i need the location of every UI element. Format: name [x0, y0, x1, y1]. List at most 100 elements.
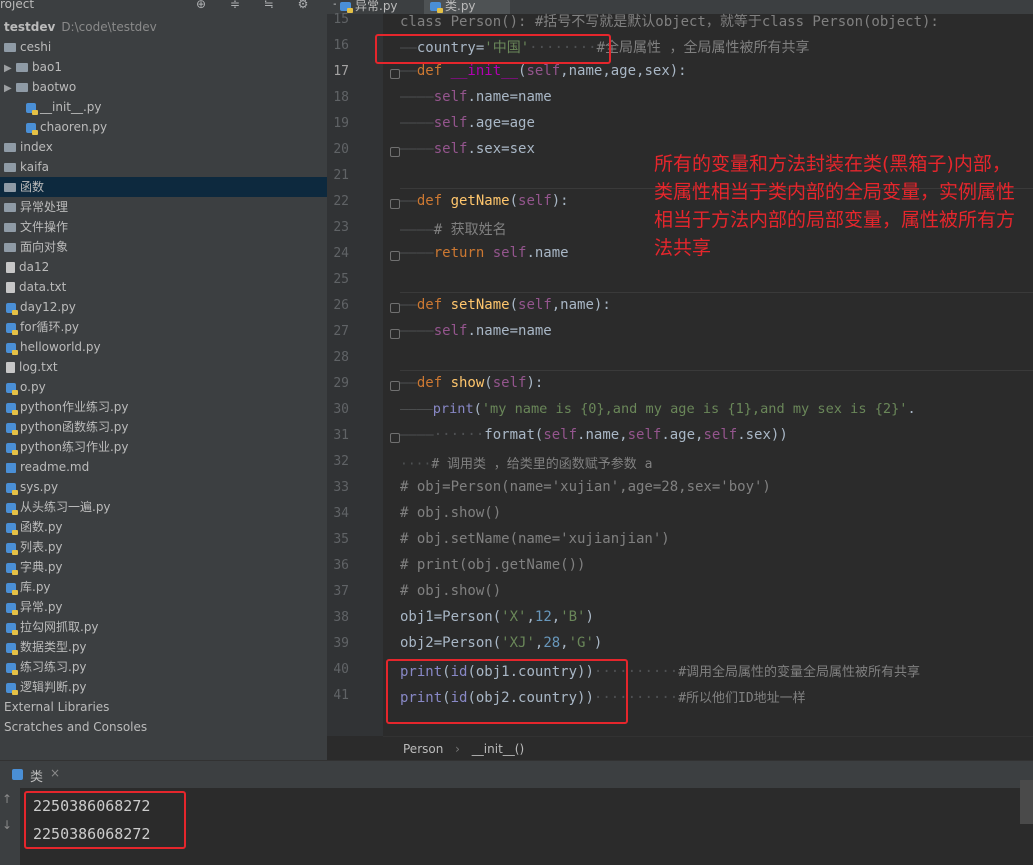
console-scrollbar[interactable]: [1020, 780, 1033, 824]
folder-icon: [4, 243, 16, 252]
code-line[interactable]: ————# 获取姓名: [400, 219, 507, 239]
run-toolbar: ↑ ↓: [0, 788, 20, 865]
python-file-icon: [6, 502, 18, 515]
tree-item[interactable]: 函数.py: [6, 517, 63, 537]
code-line[interactable]: ——def __init__(self,name,age,sex):: [400, 63, 687, 79]
python-file-icon: [6, 582, 18, 595]
tree-item[interactable]: ceshi: [4, 37, 51, 57]
tree-item[interactable]: index: [4, 137, 53, 157]
tree-item[interactable]: 从头练习一遍.py: [6, 497, 111, 517]
code-line[interactable]: ————print('my name is {0},and my age is …: [400, 401, 916, 417]
arrow-down-icon[interactable]: ↓: [2, 818, 12, 832]
fold-icon[interactable]: [390, 381, 400, 391]
code-line[interactable]: ————self.age=age: [400, 115, 535, 131]
fold-icon[interactable]: [390, 147, 400, 157]
fold-icon[interactable]: [390, 303, 400, 313]
python-file-icon: [6, 642, 18, 655]
code-line[interactable]: ————self.sex=sex: [400, 141, 535, 157]
tree-item[interactable]: data.txt: [6, 277, 66, 297]
tree-item-scratches[interactable]: Scratches and Consoles: [4, 717, 147, 737]
fold-icon[interactable]: [390, 199, 400, 209]
code-line[interactable]: ————self.name=name: [400, 323, 552, 339]
arrow-up-icon[interactable]: ↑: [2, 792, 12, 806]
code-line[interactable]: # obj=Person(name='xujian',age=28,sex='b…: [400, 479, 771, 495]
tree-item[interactable]: o.py: [6, 377, 46, 397]
code-line[interactable]: obj1=Person('X',12,'B'): [400, 609, 594, 625]
fold-icon[interactable]: [390, 69, 400, 79]
fold-icon[interactable]: [390, 251, 400, 261]
tree-item[interactable]: 文件操作: [4, 217, 68, 237]
python-file-icon: [6, 382, 18, 395]
code-line[interactable]: ————return self.name: [400, 245, 569, 261]
code-line[interactable]: ——def getName(self):: [400, 193, 569, 209]
code-line[interactable]: ——def setName(self,name):: [400, 297, 611, 313]
python-file-icon: [6, 422, 18, 435]
tree-item[interactable]: 异常.py: [6, 597, 63, 617]
tree-item[interactable]: 字典.py: [6, 557, 63, 577]
line-number: 15: [333, 12, 349, 27]
highlight-box-output: [24, 791, 186, 849]
code-line[interactable]: # obj.show(): [400, 583, 501, 599]
chevron-right-icon[interactable]: ▶: [4, 79, 14, 99]
python-file-icon: [6, 542, 18, 555]
tree-item[interactable]: ▶ bao1: [4, 57, 62, 77]
tree-item[interactable]: chaoren.py: [26, 117, 107, 137]
highlight-box-print-ids: [386, 659, 628, 724]
folder-icon: [4, 143, 16, 152]
tree-item[interactable]: python函数练习.py: [6, 417, 129, 437]
tree-item[interactable]: sys.py: [6, 477, 58, 497]
code-line[interactable]: ——def show(self):: [400, 375, 543, 391]
fold-icon[interactable]: [390, 329, 400, 339]
tree-item[interactable]: 异常处理: [4, 197, 68, 217]
python-file-icon: [340, 2, 353, 13]
code-line[interactable]: ————······format(self.name,self.age,self…: [400, 427, 788, 443]
tree-item[interactable]: day12.py: [6, 297, 76, 317]
close-icon[interactable]: ×: [50, 766, 60, 780]
tree-item[interactable]: readme.md: [6, 457, 89, 477]
line-number: 16: [333, 38, 349, 53]
code-line[interactable]: ····# 调用类 ，给类里的函数赋予参数 a: [400, 453, 652, 472]
python-file-icon: [6, 662, 18, 675]
tree-item[interactable]: 数据类型.py: [6, 637, 87, 657]
code-line[interactable]: # print(obj.getName()): [400, 557, 585, 573]
fold-icon[interactable]: [390, 433, 400, 443]
tree-root[interactable]: testdev D:\code\testdev: [4, 17, 157, 37]
line-number: 40: [333, 662, 349, 677]
tree-item[interactable]: python练习作业.py: [6, 437, 129, 457]
tree-item[interactable]: for循环.py: [6, 317, 79, 337]
tree-item[interactable]: __init__.py: [26, 97, 102, 117]
method-separator: [400, 292, 1033, 293]
breadcrumb-class[interactable]: Person: [403, 742, 443, 756]
line-number: 20: [333, 142, 349, 157]
code-line[interactable]: # obj.setName(name='xujianjian'): [400, 531, 670, 547]
tree-item[interactable]: 逻辑判断.py: [6, 677, 87, 697]
tree-item[interactable]: helloworld.py: [6, 337, 101, 357]
tree-item-external-libraries[interactable]: External Libraries: [4, 697, 109, 717]
tree-item[interactable]: log.txt: [6, 357, 58, 377]
chevron-right-icon[interactable]: ▶: [4, 59, 14, 79]
python-file-icon: [6, 522, 18, 535]
project-toolbar-icons[interactable]: ⊕ ≑ ≒ ⚙ −: [196, 0, 352, 11]
line-number: 17: [333, 64, 349, 79]
python-file-icon: [6, 302, 18, 315]
line-number: 29: [333, 376, 349, 391]
tree-item[interactable]: da12: [6, 257, 49, 277]
tree-item[interactable]: 列表.py: [6, 537, 63, 557]
tree-item[interactable]: python作业练习.py: [6, 397, 129, 417]
project-label[interactable]: roject: [0, 0, 34, 11]
tree-item[interactable]: ▶ baotwo: [4, 77, 76, 97]
code-line[interactable]: # obj.show(): [400, 505, 501, 521]
tree-item-selected[interactable]: 函数: [0, 177, 327, 197]
tree-item[interactable]: 面向对象: [4, 237, 68, 257]
run-panel-header: 类 ×: [0, 760, 1033, 789]
tree-item[interactable]: 库.py: [6, 577, 51, 597]
code-line[interactable]: ————self.name=name: [400, 89, 552, 105]
code-line[interactable]: class Person(): #括号不写就是默认object，就等于class…: [400, 11, 939, 31]
tree-item[interactable]: 练习练习.py: [6, 657, 87, 677]
tree-item[interactable]: 拉勾网抓取.py: [6, 617, 99, 637]
breadcrumb-method[interactable]: __init__(): [472, 742, 524, 756]
code-line[interactable]: obj2=Person('XJ',28,'G'): [400, 635, 602, 651]
tree-item[interactable]: kaifa: [4, 157, 49, 177]
run-tab-label[interactable]: 类: [30, 766, 43, 785]
markdown-file-icon: [6, 462, 16, 473]
